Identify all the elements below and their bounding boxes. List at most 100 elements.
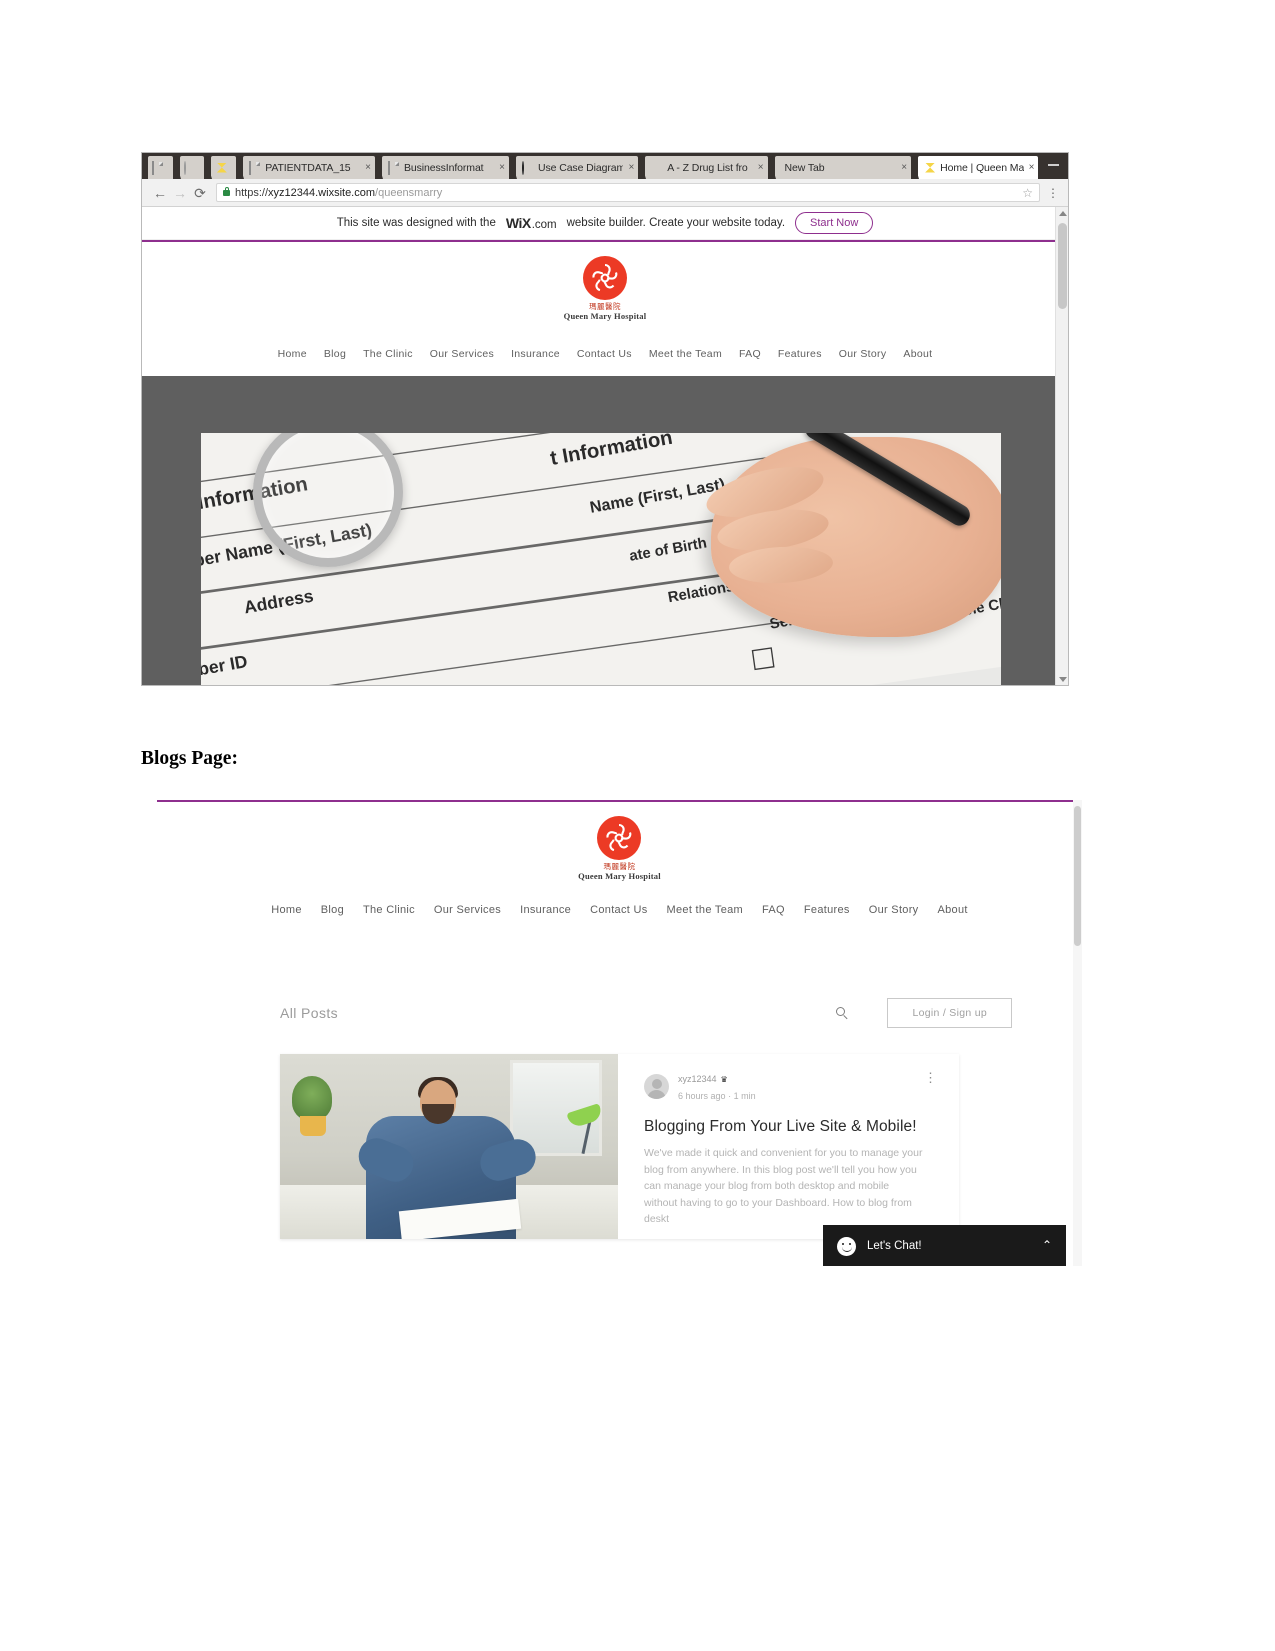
post-title[interactable]: Blogging From Your Live Site & Mobile! [644,1118,935,1136]
browser-window-screenshot: PATIENTDATA_15 × BusinessInformat × Use … [141,152,1069,686]
wix-banner-text-before: This site was designed with the [336,217,496,229]
site-header: 瑪麗醫院 Queen Mary Hospital [142,242,1068,335]
wix-banner-text-after: website builder. Create your website tod… [566,217,786,229]
nav-item-insurance[interactable]: Insurance [511,348,560,360]
browser-tab-patientdata[interactable]: PATIENTDATA_15 × [243,156,375,179]
scroll-thumb[interactable] [1074,806,1081,946]
page-viewport: This site was designed with the WiX .com … [142,207,1068,685]
browser-tab-2[interactable] [179,156,205,179]
nav-item-our-story[interactable]: Our Story [869,904,919,916]
browser-tab-3[interactable] [211,156,237,179]
browser-tab-new-tab[interactable]: New Tab × [774,156,912,179]
nav-item-the-clinic[interactable]: The Clinic [363,348,413,360]
bookmark-star-icon[interactable]: ☆ [1022,186,1033,200]
window-controls[interactable] [1039,153,1068,179]
tab-label: PATIENTDATA_15 [265,161,351,174]
browser-tab-drug-list[interactable]: A - Z Drug List fro × [645,156,768,179]
form-label-patient-information: t Information [548,433,675,471]
nav-item-faq[interactable]: FAQ [762,904,785,916]
post-author-name: xyz12344 [678,1074,717,1085]
browser-tab-businessinfo[interactable]: BusinessInformat × [381,156,510,179]
tab-separator [205,156,213,179]
close-icon[interactable]: × [901,162,907,173]
start-now-button[interactable]: Start Now [795,212,874,234]
tab-separator [768,156,776,179]
nav-item-contact-us[interactable]: Contact Us [577,348,632,360]
wix-icon [924,162,936,174]
blog-page-scrollbar[interactable] [1073,800,1082,1266]
nav-item-our-services[interactable]: Our Services [434,904,501,916]
browser-tab-home-queen-mary[interactable]: Home | Queen Ma × [918,156,1039,179]
plant-decor [292,1076,332,1121]
hero-section: mber Information ber Name (First, Last) … [142,376,1068,685]
close-icon[interactable]: × [628,162,634,173]
nav-item-faq[interactable]: FAQ [739,348,761,360]
filter-all-posts[interactable]: All Posts [280,1005,338,1021]
tab-separator [510,156,518,179]
nav-item-meet-the-team[interactable]: Meet the Team [667,904,743,916]
post-author[interactable]: xyz12344 ♛ [678,1074,756,1086]
page-scrollbar[interactable] [1055,207,1068,685]
scroll-thumb[interactable] [1058,223,1067,309]
scroll-up-icon[interactable] [1059,211,1067,216]
nav-item-features[interactable]: Features [778,348,822,360]
post-excerpt: We've made it quick and convenient for y… [644,1146,923,1226]
nav-item-contact-us[interactable]: Contact Us [590,904,647,916]
nav-item-blog[interactable]: Blog [321,904,344,916]
nav-item-our-story[interactable]: Our Story [839,348,887,360]
scroll-down-icon[interactable] [1059,677,1067,682]
page-icon [152,160,164,175]
logo-english-text: Queen Mary Hospital [563,311,647,322]
post-read-time: 1 min [733,1090,756,1101]
nav-item-our-services[interactable]: Our Services [430,348,494,360]
chevron-up-icon[interactable]: ⌃ [1042,1238,1052,1252]
browser-tab-strip: PATIENTDATA_15 × BusinessInformat × Use … [142,153,1068,179]
site-logo[interactable]: 瑪麗醫院 Queen Mary Hospital [564,256,647,321]
page-title: Blogs Page: [141,748,238,769]
post-thumbnail[interactable] [280,1054,618,1240]
ballpoint-pen [802,433,974,530]
close-icon[interactable]: × [499,162,505,173]
nav-item-about[interactable]: About [903,348,932,360]
meta-separator: · [728,1090,732,1101]
github-icon [522,160,534,175]
close-icon[interactable]: × [1029,162,1035,173]
browser-omnibar: ← → ⟳ https:// xyz12344.wixsite.com /que… [142,179,1068,207]
bauhinia-flower-icon [582,256,627,300]
bauhinia-flower-icon [597,816,642,860]
back-icon[interactable]: ← [150,186,170,200]
avatar[interactable] [644,1074,669,1100]
kebab-menu-icon[interactable]: ⋮ [924,1071,937,1084]
nav-item-home[interactable]: Home [271,904,302,916]
nav-item-the-clinic[interactable]: The Clinic [363,904,415,916]
form-label-patient-name: Name (First, Last) [588,474,727,517]
nav-item-about[interactable]: About [938,904,968,916]
reload-icon[interactable]: ⟳ [190,186,210,200]
site-navigation: Home Blog The Clinic Our Services Insura… [142,334,1068,377]
nav-item-insurance[interactable]: Insurance [520,904,571,916]
search-icon[interactable] [836,1006,849,1020]
hand-holding-pen [701,433,1001,638]
close-icon[interactable]: × [365,162,371,173]
lets-chat-widget[interactable]: Let's Chat! ⌃ [823,1225,1066,1266]
browser-menu-icon[interactable]: ⋮ [1046,187,1060,199]
forward-icon[interactable]: → [170,186,190,200]
nav-item-features[interactable]: Features [804,904,850,916]
wix-logo: WiX [505,215,531,231]
nav-item-home[interactable]: Home [278,348,307,360]
site-logo[interactable]: 瑪麗醫院 Queen Mary Hospital [578,816,661,881]
nav-item-meet-the-team[interactable]: Meet the Team [649,348,722,360]
blog-post-card[interactable]: xyz12344 ♛ 6 hours ago · 1 min ⋮ Bloggin… [280,1054,959,1240]
address-bar[interactable]: https:// xyz12344.wixsite.com /queensmar… [216,183,1040,202]
wix-promo-banner: This site was designed with the WiX .com … [142,207,1068,240]
browser-tab-1[interactable] [148,156,173,179]
tab-separator [639,156,647,179]
login-signup-button[interactable]: Login / Sign up [887,998,1012,1029]
nav-item-blog[interactable]: Blog [324,348,346,360]
blog-site-header: 瑪麗醫院 Queen Mary Hospital [157,802,1082,890]
page-icon [387,160,400,175]
blogs-page-screenshot: 瑪麗醫院 Queen Mary Hospital Home Blog The C… [157,800,1082,1266]
close-icon[interactable]: × [758,162,764,173]
blog-site-navigation: Home Blog The Clinic Our Services Insura… [157,890,1082,926]
browser-tab-usecase[interactable]: Use Case Diagram × [516,156,639,179]
